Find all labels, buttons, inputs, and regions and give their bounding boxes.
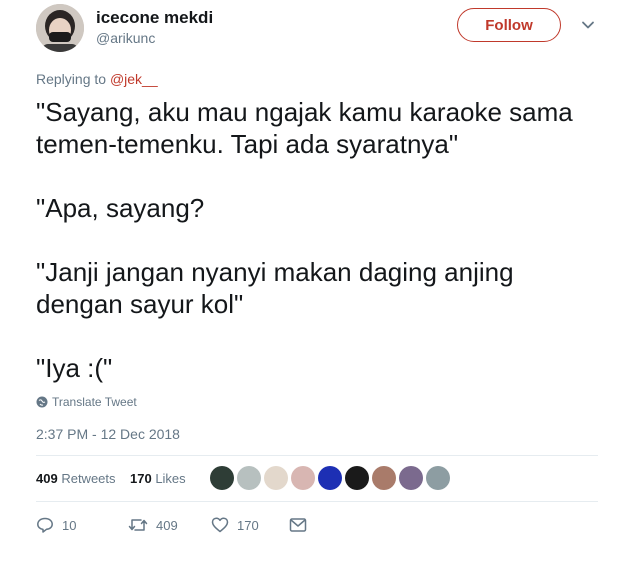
reply-count: 10 [62,517,77,533]
tweet-stats: 409 Retweets 170 Likes [36,471,186,486]
reply-action[interactable]: 10 [36,516,128,534]
liker-avatar[interactable] [318,466,342,490]
chevron-down-icon[interactable] [580,17,596,33]
tweet-line: "Iya :(" [36,353,113,383]
likes-label: Likes [155,471,186,486]
tweet-actions: 10 409 170 [36,516,307,534]
tweet-line: temen-temenku. Tapi ada syaratnya" [36,129,459,159]
liker-avatar[interactable] [372,466,396,490]
tweet-text: "Sayang, aku mau ngajak kamu karaoke sam… [36,96,616,384]
retweet-count: 409 [156,517,178,533]
likes-count: 170 [129,471,152,486]
retweets-label: Retweets [61,471,116,486]
divider [36,501,598,502]
timestamp[interactable]: 2:37 PM - 12 Dec 2018 [36,426,180,442]
user-handle[interactable]: @arikunc [96,30,155,46]
follow-button[interactable]: Follow [457,8,561,42]
tweet-line: dengan sayur kol" [36,289,244,319]
likes-stat[interactable]: 170 Likes [130,471,186,486]
globe-icon [36,396,48,408]
retweets-count: 409 [36,471,58,486]
translate-tweet-link[interactable]: Translate Tweet [36,395,137,409]
reply-icon [37,517,53,533]
divider [36,455,598,456]
retweets-stat[interactable]: 409 Retweets [36,471,116,486]
liker-avatar[interactable] [264,466,288,490]
tweet-line: "Janji jangan nyanyi makan daging anjing [36,257,514,287]
display-name[interactable]: icecone mekdi [96,8,213,28]
tweet-card: icecone mekdi @arikunc Follow Replying t… [0,0,635,565]
retweet-action[interactable]: 409 [128,516,211,534]
liker-avatar[interactable] [237,466,261,490]
replying-mention-link[interactable]: @jek__ [110,71,158,87]
like-action[interactable]: 170 [211,516,289,534]
liker-avatar[interactable] [210,466,234,490]
translate-label[interactable]: Translate Tweet [52,395,137,409]
liker-avatar[interactable] [345,466,369,490]
replying-to: Replying to @jek__ [36,71,158,87]
like-count: 170 [237,517,259,533]
tweet-line: "Apa, sayang? [36,193,205,223]
retweet-icon [128,519,148,531]
liker-avatar[interactable] [426,466,450,490]
avatar[interactable] [36,4,84,52]
message-action[interactable] [289,517,307,533]
liker-avatar[interactable] [291,466,315,490]
message-icon [289,518,307,532]
replying-prefix: Replying to [36,71,107,87]
tweet-line: "Sayang, aku mau ngajak kamu karaoke sam… [36,97,573,127]
liker-avatar[interactable] [399,466,423,490]
heart-icon [211,517,229,533]
liker-avatars [210,466,450,490]
